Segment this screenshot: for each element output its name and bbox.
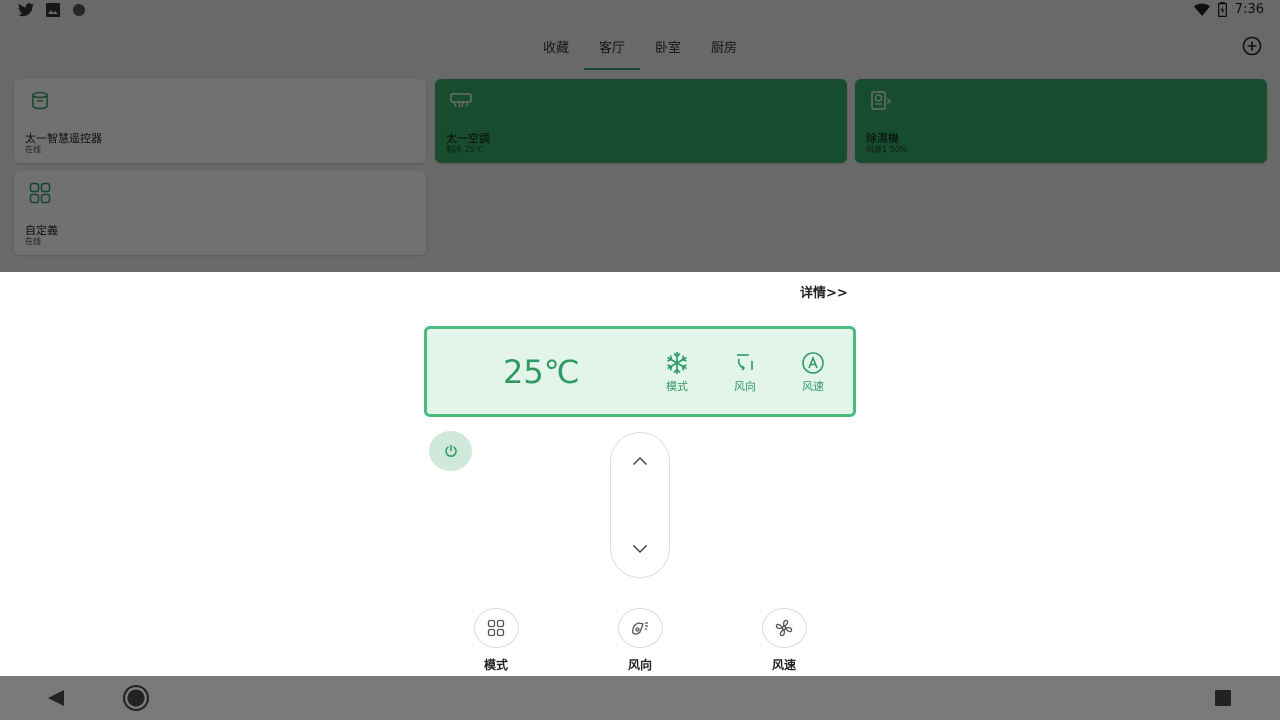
power-icon	[444, 444, 457, 457]
system-nav-bar	[0, 676, 1280, 720]
speed-button[interactable]	[761, 608, 807, 648]
twitter-icon	[18, 3, 34, 17]
mode-control-label: 模式	[483, 658, 508, 672]
direction-control-label: 风向	[627, 658, 652, 672]
back-triangle-icon	[48, 690, 64, 706]
tab-bedroom[interactable]: 卧室	[640, 22, 696, 70]
ac-control-sheet: 详情>> 25℃ 模式 风向 风速 模式 风向 风速	[0, 272, 1280, 676]
tab-living-room[interactable]: 客厅	[584, 22, 640, 70]
home-circle-icon	[123, 685, 149, 711]
room-tabs: 收藏 客厅 卧室 厨房	[0, 22, 1280, 70]
status-bar: 7:36	[0, 0, 1280, 22]
mode-button[interactable]	[473, 608, 519, 648]
tab-kitchen[interactable]: 厨房	[696, 22, 752, 70]
speed-control-label: 风速	[771, 658, 796, 672]
device-status: 在线	[25, 145, 41, 154]
device-dashboard: 7:36 收藏 客厅 卧室 厨房 太一智慧遥控器 在线 太一空調 制冷 25℃ …	[0, 0, 1280, 272]
device-status: 制冷 25℃	[446, 145, 484, 154]
temperature-stepper	[610, 432, 670, 578]
power-button[interactable]	[429, 431, 472, 471]
chevron-up-icon	[632, 456, 648, 466]
device-card-air-conditioner[interactable]: 太一空調 制冷 25℃	[435, 79, 847, 163]
direction-button[interactable]	[617, 608, 663, 648]
temperature-down-button[interactable]	[611, 529, 669, 569]
direction-control[interactable]: 风向	[610, 608, 670, 673]
mode-indicator: 模式	[657, 351, 697, 394]
device-card-dehumidifier[interactable]: 除濕機 风速1 50%	[855, 79, 1267, 163]
device-status: 风速1 50%	[866, 145, 908, 154]
direction-indicator-label: 风向	[734, 380, 756, 393]
recents-button[interactable]	[1214, 689, 1232, 711]
dehumidifier-icon	[871, 91, 891, 110]
wind-direction-icon	[632, 622, 648, 635]
mode-control[interactable]: 模式	[466, 608, 526, 673]
ac-status-display: 25℃ 模式 风向 风速	[424, 326, 856, 417]
add-icon	[1242, 36, 1262, 56]
device-status: 在线	[25, 237, 41, 246]
clock: 7:36	[1234, 2, 1264, 17]
air-conditioner-icon	[450, 93, 472, 108]
speed-indicator: 风速	[793, 351, 833, 394]
direction-indicator: 风向	[725, 351, 765, 394]
snowflake-icon	[667, 352, 687, 374]
remote-icon	[32, 91, 48, 110]
battery-icon	[1217, 2, 1227, 17]
fan-icon	[775, 619, 793, 637]
grid-icon	[487, 619, 505, 637]
grid-icon	[29, 182, 51, 204]
temperature-readout: 25℃	[503, 353, 580, 391]
chevron-down-icon	[632, 544, 648, 554]
image-icon	[46, 3, 60, 17]
add-button[interactable]	[1240, 34, 1264, 58]
mode-indicator-label: 模式	[666, 380, 688, 393]
temperature-up-button[interactable]	[611, 441, 669, 481]
device-card-remote[interactable]: 太一智慧遥控器 在线	[14, 79, 426, 163]
details-link[interactable]: 详情>>	[800, 282, 848, 301]
back-button[interactable]	[46, 688, 66, 712]
swing-icon	[737, 354, 753, 371]
auto-speed-icon	[802, 352, 824, 374]
tab-favorites[interactable]: 收藏	[528, 22, 584, 70]
speed-control[interactable]: 风速	[754, 608, 814, 673]
circle-icon	[73, 4, 85, 16]
speed-indicator-label: 风速	[802, 380, 824, 393]
wifi-icon	[1193, 3, 1210, 16]
home-button[interactable]	[122, 684, 150, 716]
device-card-custom[interactable]: 自定義 在线	[14, 171, 426, 255]
recents-square-icon	[1215, 690, 1231, 706]
